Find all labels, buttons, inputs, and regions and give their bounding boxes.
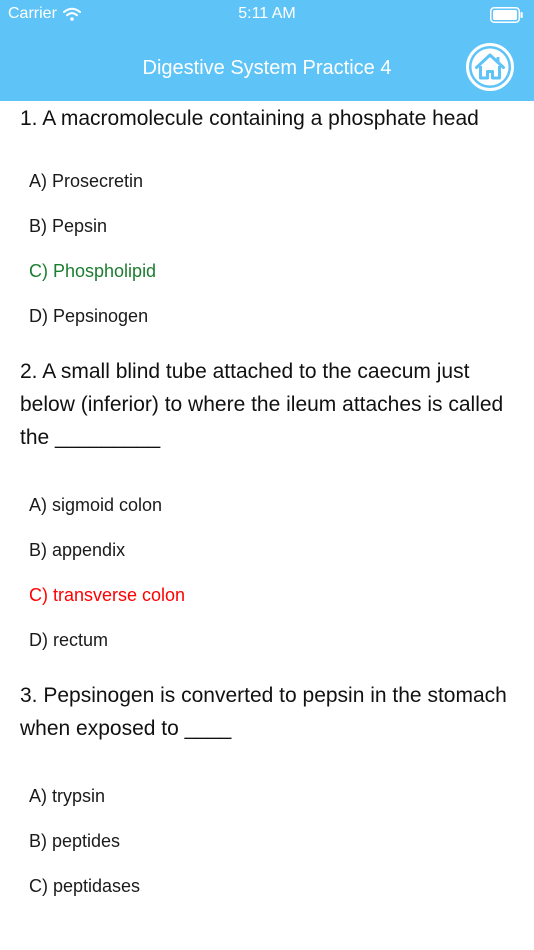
- app-screen: Carrier 5:11 AM Digestive System Practic…: [0, 0, 534, 950]
- status-time: 5:11 AM: [238, 5, 296, 22]
- answer-options: A) trypsin B) peptides C) peptidases: [20, 774, 522, 909]
- question-block: 3. Pepsinogen is converted to pepsin in …: [0, 679, 534, 909]
- header: Carrier 5:11 AM Digestive System Practic…: [0, 0, 534, 101]
- question-text: 1. A macromolecule containing a phosphat…: [20, 107, 479, 130]
- quiz-content[interactable]: 1. A macromolecule containing a phosphat…: [0, 101, 534, 950]
- answer-option[interactable]: B) Pepsin: [29, 204, 522, 249]
- answer-option-wrong[interactable]: C) transverse colon: [29, 573, 522, 618]
- answer-options: A) Prosecretin B) Pepsin C) Phospholipid…: [20, 159, 522, 339]
- answer-option[interactable]: D) Pepsinogen: [29, 294, 522, 339]
- page-title: Digestive System Practice 4: [142, 57, 392, 79]
- answer-option[interactable]: A) trypsin: [29, 774, 522, 819]
- question-text: 3. Pepsinogen is converted to pepsin in …: [20, 684, 507, 740]
- battery-icon: [490, 7, 523, 23]
- question-block: 1. A macromolecule containing a phosphat…: [0, 101, 534, 339]
- home-button[interactable]: [465, 42, 515, 92]
- question-text: 2. A small blind tube attached to the ca…: [20, 360, 504, 449]
- answer-option[interactable]: A) sigmoid colon: [29, 483, 522, 528]
- answer-option[interactable]: A) Prosecretin: [29, 159, 522, 204]
- answer-option[interactable]: C) peptidases: [29, 864, 522, 909]
- answer-option[interactable]: B) appendix: [29, 528, 522, 573]
- answer-option[interactable]: D) rectum: [29, 618, 522, 663]
- answer-option-correct[interactable]: C) Phospholipid: [29, 249, 522, 294]
- status-bar: Carrier 5:11 AM: [0, 0, 534, 30]
- question-block: 2. A small blind tube attached to the ca…: [0, 355, 534, 663]
- answer-option[interactable]: B) peptides: [29, 819, 522, 864]
- answer-options: A) sigmoid colon B) appendix C) transver…: [20, 483, 522, 663]
